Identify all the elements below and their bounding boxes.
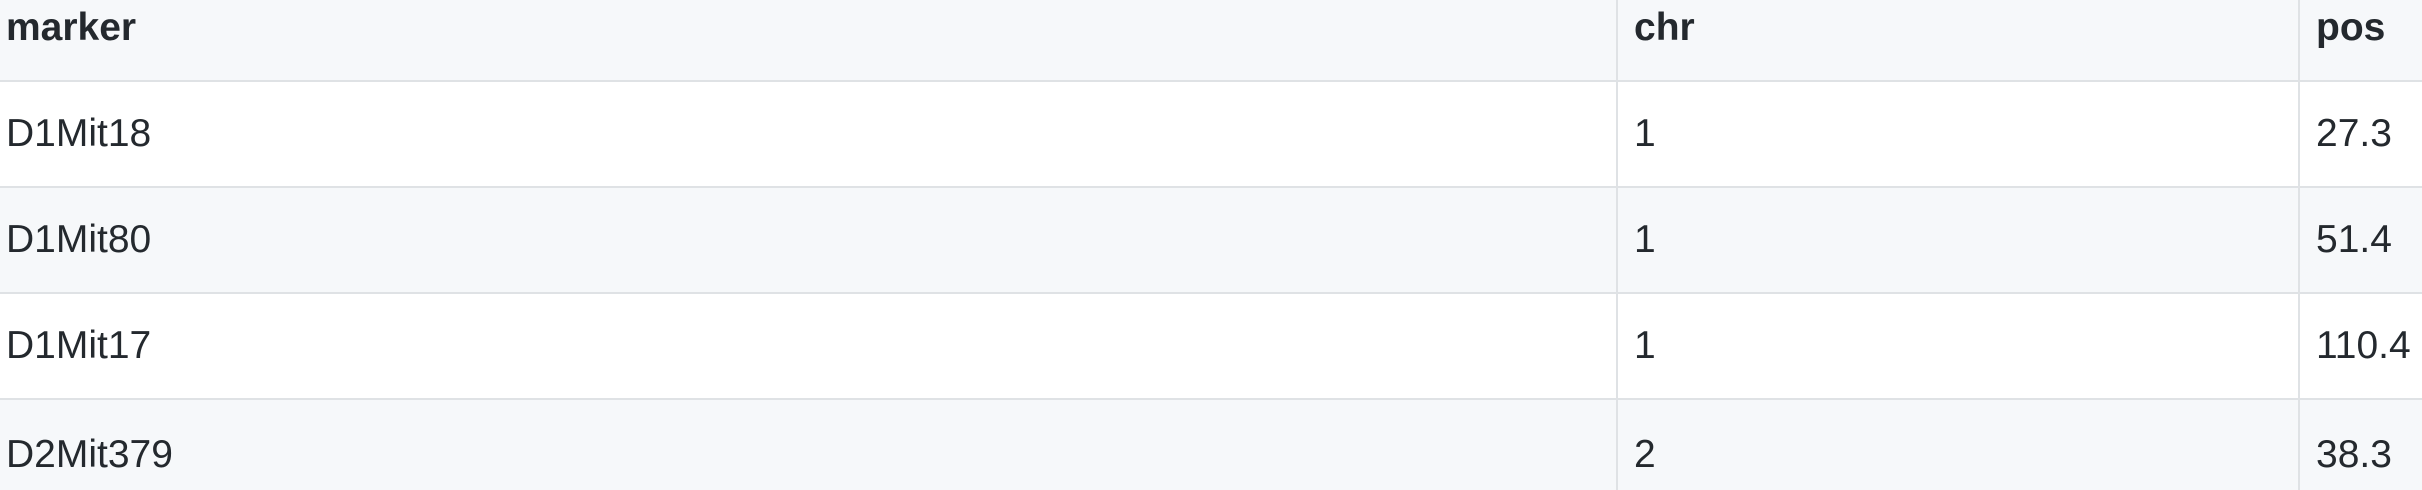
cell-pos: 51.4 — [2298, 188, 2422, 292]
cell-marker: D1Mit18 — [6, 112, 152, 155]
column-header-marker[interactable]: marker — [0, 0, 1616, 80]
column-header-chr[interactable]: chr — [1616, 0, 2298, 80]
table-row: D1Mit80 1 51.4 — [0, 186, 2422, 292]
table-row: D1Mit17 1 110.4 — [0, 292, 2422, 398]
table-header-row: marker chr pos — [0, 0, 2422, 80]
marker-table: marker chr pos D1Mit18 1 27.3 D1Mit80 1 … — [0, 0, 2422, 490]
cell-pos: 110.4 — [2298, 294, 2422, 398]
cell-pos: 38.3 — [2298, 400, 2422, 490]
column-header-pos[interactable]: pos — [2298, 0, 2422, 80]
table-row: D2Mit379 2 38.3 — [0, 398, 2422, 490]
cell-chr: 1 — [1616, 82, 2298, 186]
cell-chr: 2 — [1616, 400, 2298, 490]
table-row: D1Mit18 1 27.3 — [0, 80, 2422, 186]
cell-marker: D1Mit80 — [6, 218, 152, 261]
cell-marker: D1Mit17 — [6, 324, 152, 367]
cell-pos: 27.3 — [2298, 82, 2422, 186]
cell-marker: D2Mit379 — [6, 433, 173, 476]
cell-chr: 1 — [1616, 294, 2298, 398]
cell-chr: 1 — [1616, 188, 2298, 292]
